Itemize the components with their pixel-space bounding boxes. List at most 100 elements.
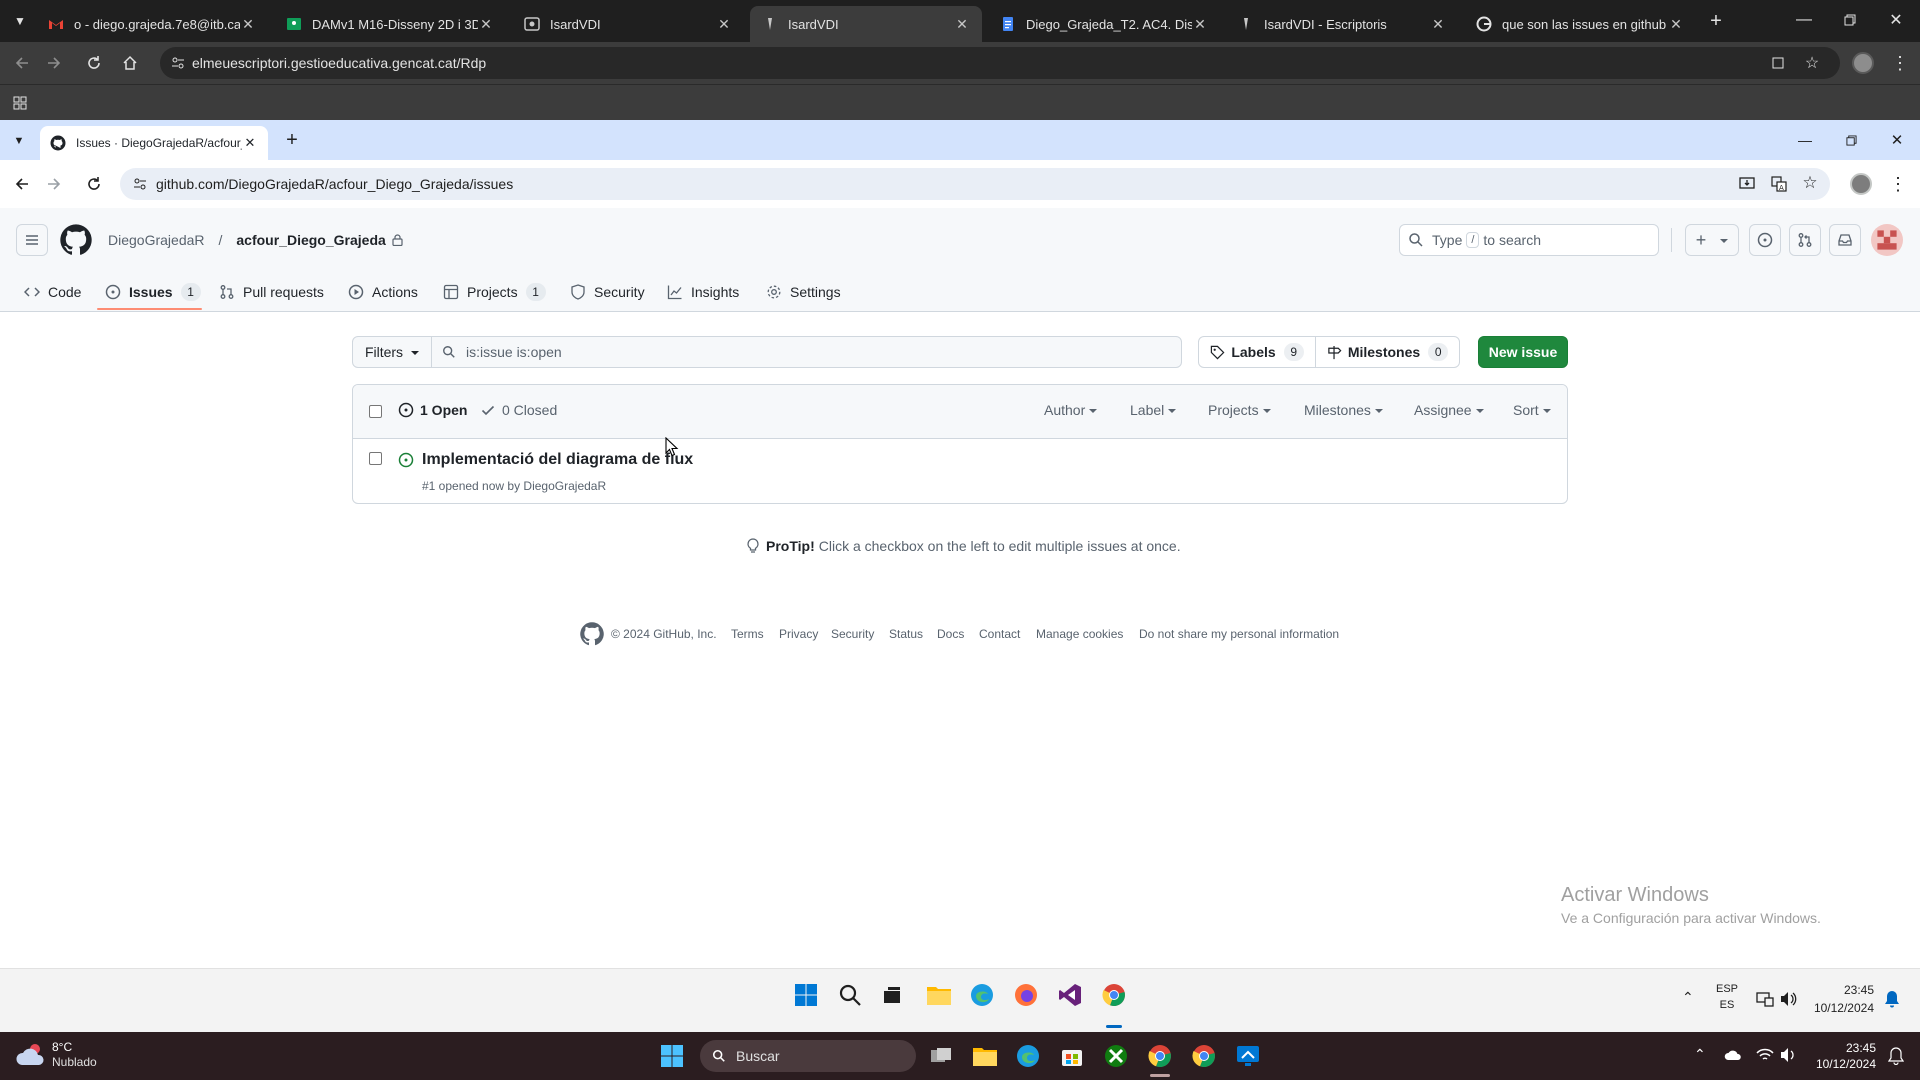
- tab-code[interactable]: Code: [24, 276, 81, 308]
- github-logo-icon[interactable]: [60, 224, 92, 256]
- inner-tab-issues[interactable]: Issues · DiegoGrajedaR/acfour_ ✕: [40, 126, 268, 160]
- onedrive-cloud-icon[interactable]: [1724, 1049, 1742, 1061]
- tab-search-button[interactable]: ▼: [8, 9, 32, 33]
- select-all-checkbox[interactable]: [369, 405, 382, 418]
- open-issues-filter[interactable]: 1 Open: [398, 402, 467, 418]
- task-view-icon[interactable]: [882, 985, 902, 1005]
- host-volume-icon[interactable]: [1780, 1047, 1798, 1063]
- minimize-icon[interactable]: —: [1788, 6, 1820, 34]
- close-icon[interactable]: ✕: [478, 16, 494, 32]
- inner-menu-icon[interactable]: ⋮: [1888, 173, 1908, 195]
- show-hidden-icons[interactable]: ⌃: [1682, 989, 1694, 1006]
- bookmark-star-icon[interactable]: ☆: [1800, 173, 1820, 193]
- outer-profile-avatar[interactable]: [1852, 52, 1874, 74]
- inner-profile-avatar[interactable]: [1850, 173, 1872, 195]
- outer-tab-gmail[interactable]: o - diego.grajeda.7e8@itb.cat - ✕: [36, 6, 268, 42]
- footer-link-docs[interactable]: Docs: [937, 627, 964, 641]
- host-file-explorer-icon[interactable]: [972, 1044, 998, 1068]
- outer-tab-docs[interactable]: Diego_Grajeda_T2. AC4. Disseny ✕: [988, 6, 1220, 42]
- milestones-filter[interactable]: Milestones: [1304, 402, 1383, 418]
- footer-link-manage-cookies[interactable]: Manage cookies: [1036, 627, 1123, 641]
- outer-tab-isard-escriptoris[interactable]: IsardVDI - Escriptoris ✕: [1226, 6, 1458, 42]
- tab-actions[interactable]: Actions: [348, 276, 418, 308]
- visual-studio-icon[interactable]: [1058, 983, 1082, 1007]
- bookmark-star-icon[interactable]: ☆: [1802, 53, 1822, 73]
- outer-tab-google[interactable]: que son las issues en github - B ✕: [1464, 6, 1696, 42]
- firefox-icon[interactable]: [1014, 983, 1038, 1007]
- back-icon[interactable]: [10, 172, 34, 196]
- file-explorer-icon[interactable]: [926, 983, 952, 1007]
- outer-tab-isard-active[interactable]: IsardVDI ✕: [750, 6, 982, 42]
- host-search-box[interactable]: Buscar: [700, 1040, 916, 1072]
- tab-insights[interactable]: Insights: [667, 276, 739, 308]
- footer-link-contact[interactable]: Contact: [979, 627, 1020, 641]
- edge-icon[interactable]: [970, 983, 994, 1007]
- sort-filter[interactable]: Sort: [1513, 402, 1551, 418]
- language-indicator[interactable]: ESP ES: [1716, 981, 1738, 1013]
- footer-github-logo-icon[interactable]: [580, 622, 604, 646]
- back-icon[interactable]: [10, 51, 34, 75]
- issue-row-checkbox[interactable]: [369, 452, 382, 465]
- tab-pull-requests[interactable]: Pull requests: [219, 276, 324, 308]
- restore-icon[interactable]: [1834, 6, 1866, 34]
- pull-requests-button[interactable]: [1789, 224, 1821, 256]
- host-edge-icon[interactable]: [1016, 1044, 1040, 1068]
- close-icon[interactable]: ✕: [1668, 16, 1684, 32]
- close-window-icon[interactable]: ✕: [1880, 6, 1912, 34]
- site-info-icon[interactable]: [132, 176, 148, 192]
- footer-link-do-not-share[interactable]: Do not share my personal information: [1139, 627, 1339, 641]
- outer-address-bar[interactable]: elmeuescriptori.gestioeducativa.gencat.c…: [160, 47, 1840, 79]
- inbox-button[interactable]: [1829, 224, 1861, 256]
- projects-filter[interactable]: Projects: [1208, 402, 1271, 418]
- tab-settings[interactable]: Settings: [766, 276, 841, 308]
- issues-button[interactable]: [1749, 224, 1781, 256]
- forward-icon[interactable]: [42, 172, 66, 196]
- close-icon[interactable]: ✕: [716, 16, 732, 32]
- restore-icon[interactable]: [1836, 128, 1866, 152]
- new-tab-button[interactable]: +: [1704, 9, 1728, 33]
- notification-bell-icon[interactable]: [1884, 990, 1900, 1008]
- host-clock[interactable]: 23:45 10/12/2024: [1812, 1040, 1876, 1072]
- site-info-icon[interactable]: [170, 55, 186, 71]
- search-icon[interactable]: [838, 983, 862, 1007]
- page-icon[interactable]: [1770, 55, 1786, 71]
- close-icon[interactable]: ✕: [242, 135, 258, 151]
- footer-link-security[interactable]: Security: [831, 627, 874, 641]
- tab-search-button[interactable]: ▼: [8, 130, 30, 152]
- reload-icon[interactable]: [82, 51, 106, 75]
- wifi-icon[interactable]: [1756, 1048, 1774, 1062]
- reload-icon[interactable]: [82, 172, 106, 196]
- outer-tab-classroom[interactable]: DAMv1 M16-Disseny 2D i 3D 24 ✕: [274, 6, 506, 42]
- close-icon[interactable]: ✕: [240, 16, 256, 32]
- translate-icon[interactable]: A: [1770, 175, 1788, 193]
- host-chrome-2-icon[interactable]: [1192, 1044, 1216, 1068]
- host-show-hidden-icons[interactable]: ⌃: [1694, 1046, 1706, 1063]
- footer-link-terms[interactable]: Terms: [731, 627, 764, 641]
- outer-tab-isard-1[interactable]: IsardVDI ✕: [512, 6, 744, 42]
- start-windows-icon[interactable]: [794, 983, 818, 1007]
- weather-widget[interactable]: 8°C Nublado: [16, 1040, 97, 1070]
- forward-icon[interactable]: [42, 51, 66, 75]
- close-window-icon[interactable]: ✕: [1882, 128, 1912, 152]
- host-remote-desktop-icon[interactable]: [1236, 1044, 1260, 1068]
- repo-link[interactable]: acfour_Diego_Grajeda: [236, 232, 385, 248]
- issue-filter-input[interactable]: is:issue is:open: [431, 336, 1182, 368]
- install-app-icon[interactable]: [1738, 175, 1756, 193]
- close-icon[interactable]: ✕: [1430, 16, 1446, 32]
- remote-clock[interactable]: 23:45 10/12/2024: [1810, 981, 1874, 1017]
- apps-grid-icon[interactable]: [10, 93, 30, 113]
- network-icon[interactable]: [1756, 991, 1774, 1007]
- host-notification-bell-icon[interactable]: [1888, 1047, 1904, 1065]
- footer-link-status[interactable]: Status: [889, 627, 923, 641]
- host-xbox-icon[interactable]: [1104, 1044, 1128, 1068]
- tab-security[interactable]: Security: [570, 276, 645, 308]
- search-input[interactable]: Type / to search: [1399, 224, 1659, 256]
- owner-link[interactable]: DiegoGrajedaR: [108, 232, 205, 248]
- host-task-view-icon[interactable]: [930, 1046, 952, 1066]
- issue-title-link[interactable]: Implementació del diagrama de flux: [422, 451, 693, 469]
- closed-issues-filter[interactable]: 0 Closed: [480, 402, 557, 418]
- close-icon[interactable]: ✕: [1192, 16, 1208, 32]
- home-icon[interactable]: [118, 51, 142, 75]
- filters-button[interactable]: Filters: [352, 336, 432, 368]
- hamburger-menu-button[interactable]: [16, 224, 48, 256]
